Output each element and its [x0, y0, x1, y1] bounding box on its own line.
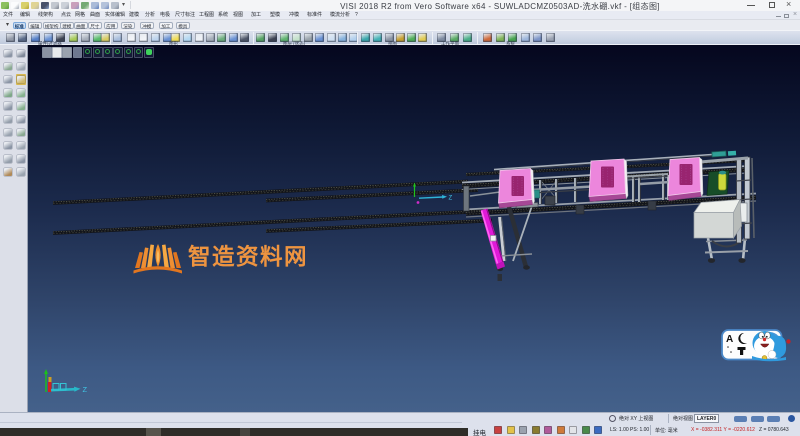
svg-text:智造资料网: 智造资料网 — [188, 244, 308, 270]
svg-text:Z: Z — [83, 385, 88, 394]
svg-text:A: A — [726, 334, 733, 345]
svg-text:Z: Z — [449, 196, 453, 202]
